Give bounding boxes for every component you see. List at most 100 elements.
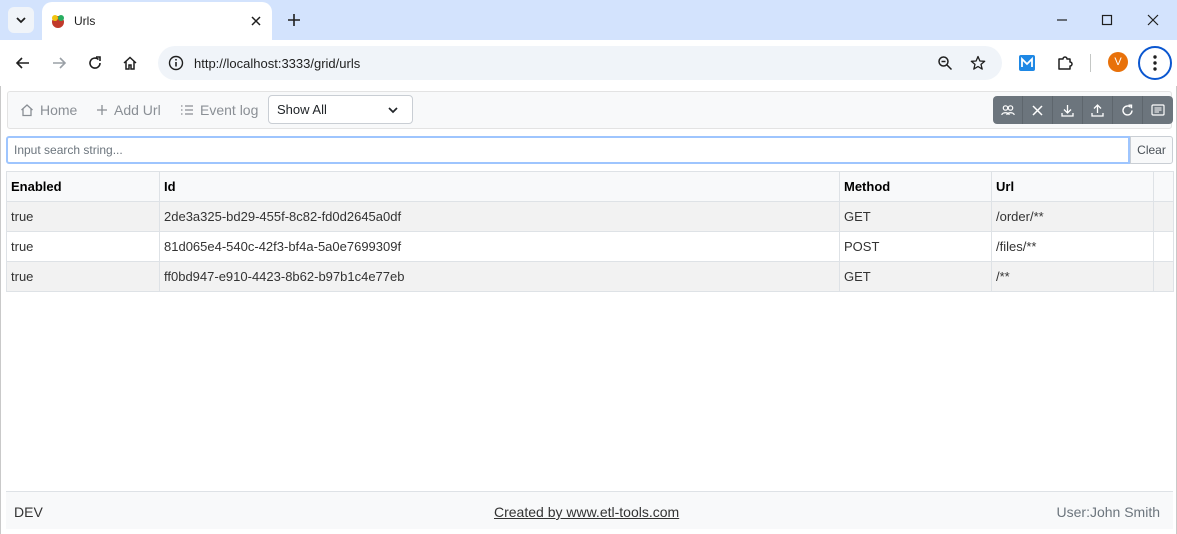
address-url: http://localhost:3333/grid/urls	[194, 56, 361, 71]
chevron-down-icon	[388, 107, 398, 114]
tab-search-button[interactable]	[8, 7, 34, 33]
users-button[interactable]	[993, 96, 1023, 124]
minimize-window-button[interactable]	[1039, 0, 1085, 40]
forward-button[interactable]	[44, 48, 74, 78]
extensions-button[interactable]	[1052, 50, 1078, 76]
kebab-menu-icon	[1153, 55, 1157, 71]
cell-actions	[1153, 201, 1174, 232]
back-button[interactable]	[8, 48, 38, 78]
cell-method: GET	[839, 261, 992, 292]
refresh-icon	[1122, 104, 1133, 116]
nav-event-log-label: Event log	[200, 102, 259, 118]
arrow-right-icon	[53, 57, 67, 69]
upload-button[interactable]	[1083, 96, 1113, 124]
grid-header-row: Enabled Id Method Url	[6, 171, 1174, 202]
credit-link[interactable]: Created by www.etl-tools.com	[494, 504, 679, 520]
tab-title: Urls	[74, 14, 96, 28]
maximize-icon	[1101, 14, 1113, 26]
browser-tab-active[interactable]: Urls	[42, 2, 272, 40]
app-favicon-icon	[52, 15, 64, 28]
table-row[interactable]: true 2de3a325-bd29-455f-8c82-fd0d2645a0d…	[6, 201, 1174, 232]
download-icon	[1061, 104, 1074, 117]
reload-button[interactable]	[80, 48, 110, 78]
home-icon	[123, 56, 137, 70]
puzzle-icon	[1058, 56, 1073, 70]
cell-url: /**	[991, 261, 1154, 292]
tab-close-button[interactable]	[248, 13, 264, 29]
home-button[interactable]	[115, 48, 145, 78]
column-header-url[interactable]: Url	[991, 171, 1154, 202]
cell-url: /files/**	[991, 231, 1154, 262]
browser-toolbar: http://localhost:3333/grid/urls V	[0, 40, 1177, 86]
zoom-icon	[938, 56, 953, 71]
close-icon	[1147, 14, 1159, 26]
plus-icon	[97, 105, 107, 115]
cell-enabled: true	[6, 261, 160, 292]
zoom-button[interactable]	[933, 51, 957, 75]
column-header-actions	[1153, 171, 1174, 202]
nav-event-log-link[interactable]: Event log	[180, 102, 258, 118]
cell-url: /order/**	[991, 201, 1154, 232]
extension-m-button[interactable]	[1014, 50, 1040, 76]
app-footer: DEV Created by www.etl-tools.com User:Jo…	[6, 491, 1173, 529]
profile-avatar[interactable]: V	[1108, 52, 1128, 72]
page-content: Home Add Url Event log Show All Input se…	[0, 86, 1177, 534]
cell-enabled: true	[6, 231, 160, 262]
table-row[interactable]: true ff0bd947-e910-4423-8b62-b97b1c4e77e…	[6, 261, 1174, 292]
arrow-left-icon	[15, 57, 29, 69]
extension-m-icon	[1019, 55, 1035, 71]
close-icon	[251, 16, 261, 26]
refresh-button[interactable]	[1113, 96, 1143, 124]
browser-tabstrip: Urls	[0, 0, 1177, 40]
close-window-button[interactable]	[1130, 0, 1176, 40]
grid-action-button-group	[993, 96, 1173, 124]
column-header-enabled[interactable]: Enabled	[6, 171, 160, 202]
info-icon	[168, 55, 184, 71]
cell-id: ff0bd947-e910-4423-8b62-b97b1c4e77eb	[159, 261, 840, 292]
upload-icon	[1091, 103, 1104, 117]
address-bar[interactable]: http://localhost:3333/grid/urls	[158, 46, 1002, 80]
cell-id: 2de3a325-bd29-455f-8c82-fd0d2645a0df	[159, 201, 840, 232]
urls-grid: Enabled Id Method Url true 2de3a325-bd29…	[6, 171, 1174, 292]
new-tab-button[interactable]	[282, 8, 306, 32]
bookmark-button[interactable]	[966, 51, 990, 75]
toolbar-separator	[1090, 54, 1091, 72]
maximize-window-button[interactable]	[1084, 0, 1130, 40]
cell-method: POST	[839, 231, 992, 262]
column-header-method[interactable]: Method	[839, 171, 992, 202]
cell-actions	[1153, 231, 1174, 262]
filter-select[interactable]: Show All	[268, 95, 413, 124]
nav-home-link[interactable]: Home	[20, 102, 77, 118]
list-icon	[181, 105, 193, 115]
users-icon	[1000, 105, 1015, 116]
current-user-label: User:John Smith	[1056, 504, 1160, 520]
browser-menu-button[interactable]	[1138, 46, 1172, 80]
cell-actions	[1153, 261, 1174, 292]
home-icon	[21, 104, 33, 117]
chevron-down-icon	[16, 17, 26, 24]
nav-add-url-link[interactable]: Add Url	[96, 102, 161, 118]
environment-label: DEV	[14, 504, 43, 520]
nav-home-label: Home	[40, 102, 78, 118]
app-toolbar: Home Add Url Event log Show All	[7, 91, 1173, 129]
filter-selected-value: Show All	[277, 102, 327, 117]
cell-method: GET	[839, 201, 992, 232]
site-info-button[interactable]	[164, 51, 188, 75]
cell-enabled: true	[6, 201, 160, 232]
reload-icon	[89, 56, 101, 69]
plus-icon	[288, 14, 300, 26]
search-row: Clear	[6, 136, 1173, 164]
clear-search-button[interactable]: Clear	[1130, 136, 1173, 164]
table-row[interactable]: true 81d065e4-540c-42f3-bf4a-5a0e7699309…	[6, 231, 1174, 262]
minimize-icon	[1057, 19, 1067, 21]
search-input[interactable]	[6, 136, 1130, 164]
download-button[interactable]	[1053, 96, 1083, 124]
card-view-button[interactable]	[1143, 96, 1173, 124]
nav-add-url-label: Add Url	[114, 102, 161, 118]
column-header-id[interactable]: Id	[159, 171, 840, 202]
close-icon	[1032, 104, 1043, 116]
star-icon	[970, 55, 986, 70]
card-icon	[1151, 104, 1165, 116]
cell-id: 81d065e4-540c-42f3-bf4a-5a0e7699309f	[159, 231, 840, 262]
clear-filter-button[interactable]	[1023, 96, 1053, 124]
